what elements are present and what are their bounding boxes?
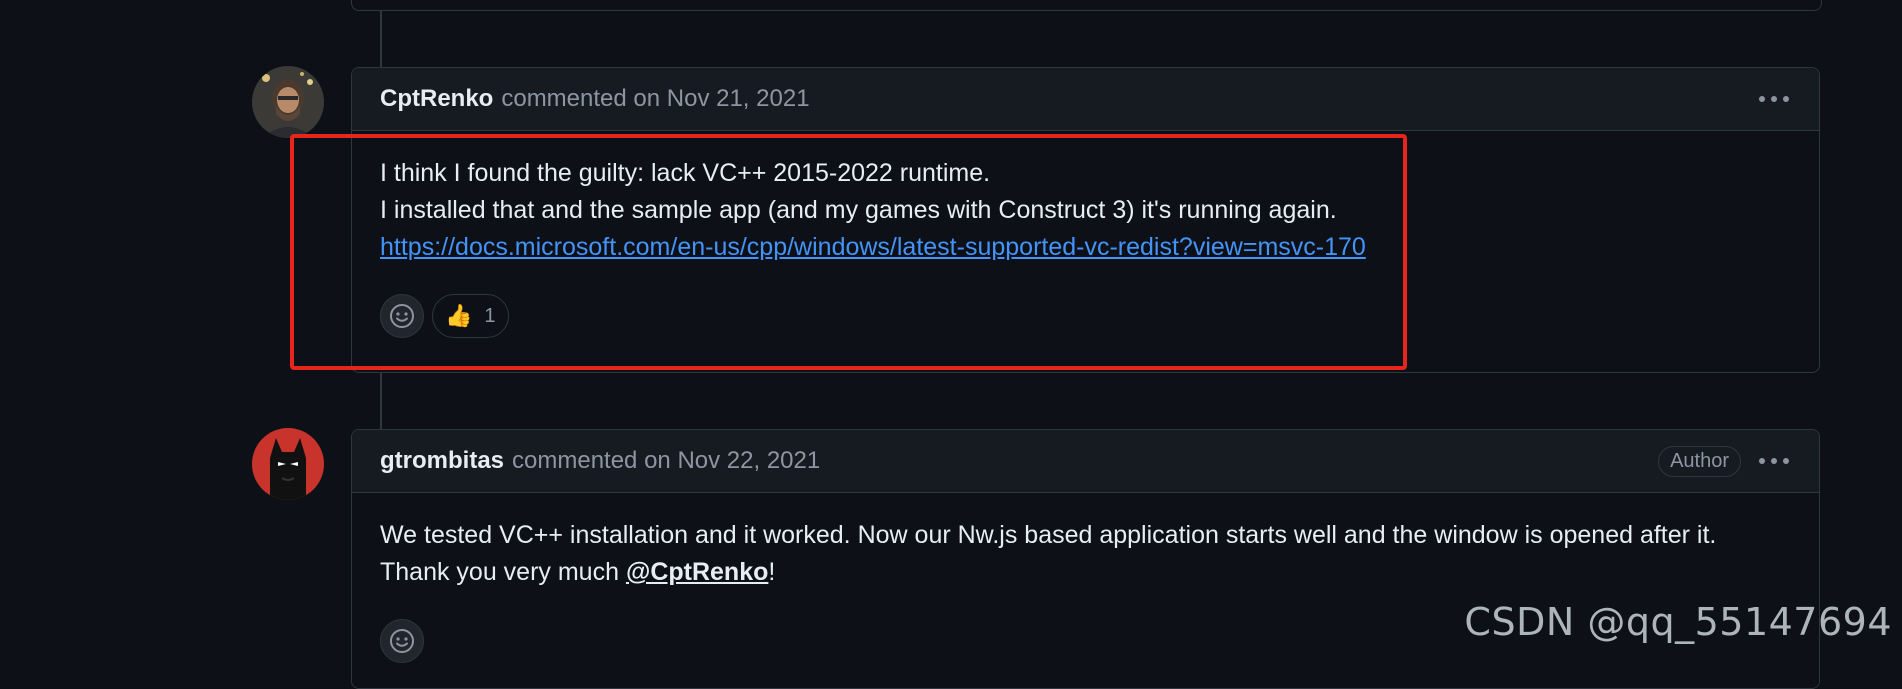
previous-comment-box bbox=[351, 0, 1822, 11]
comment-card: CptRenko commented on Nov 21, 2021 I thi… bbox=[351, 67, 1820, 373]
comment-text: We tested VC++ installation and it worke… bbox=[380, 517, 1791, 591]
comment-line: I think I found the guilty: lack VC++ 20… bbox=[380, 159, 991, 187]
avatar-cptrenko-image bbox=[252, 66, 324, 138]
thumbs-up-reaction[interactable]: 👍 1 bbox=[432, 294, 509, 338]
author-badge: Author bbox=[1658, 445, 1741, 477]
comment-body: We tested VC++ installation and it worke… bbox=[352, 493, 1819, 591]
more-options-icon[interactable] bbox=[1759, 451, 1789, 471]
comment-line: I installed that and the sample app (and… bbox=[380, 196, 1337, 224]
comment-author[interactable]: CptRenko bbox=[380, 85, 493, 113]
comment-text-end: ! bbox=[768, 558, 776, 586]
reactions-bar: 👍 1 bbox=[352, 294, 1819, 338]
watermark: CSDN @qq_55147694 bbox=[1464, 600, 1892, 644]
comment-header: CptRenko commented on Nov 21, 2021 bbox=[352, 68, 1819, 131]
comment-timestamp[interactable]: commented on Nov 22, 2021 bbox=[512, 447, 820, 475]
comment-timestamp[interactable]: commented on Nov 21, 2021 bbox=[501, 85, 809, 113]
comment-text-main: We tested VC++ installation and it worke… bbox=[380, 521, 1717, 586]
add-reaction-button[interactable] bbox=[380, 294, 424, 338]
comment-author[interactable]: gtrombitas bbox=[380, 447, 504, 475]
docs-link[interactable]: https://docs.microsoft.com/en-us/cpp/win… bbox=[380, 233, 1366, 261]
comment-body: I think I found the guilty: lack VC++ 20… bbox=[352, 131, 1819, 266]
comment-card: gtrombitas commented on Nov 22, 2021 Aut… bbox=[351, 429, 1820, 689]
comment-header: gtrombitas commented on Nov 22, 2021 Aut… bbox=[352, 430, 1819, 493]
avatar-cptrenko[interactable] bbox=[252, 66, 324, 138]
avatar-gtrombitas-image bbox=[252, 428, 324, 500]
thumbs-up-icon: 👍 bbox=[445, 303, 473, 328]
reaction-count: 1 bbox=[484, 304, 496, 327]
avatar-gtrombitas[interactable] bbox=[252, 428, 324, 500]
smiley-icon bbox=[390, 304, 414, 328]
mention-link[interactable]: @CptRenko bbox=[626, 558, 768, 586]
smiley-icon bbox=[390, 629, 414, 653]
add-reaction-button[interactable] bbox=[380, 619, 424, 663]
more-options-icon[interactable] bbox=[1759, 89, 1789, 109]
